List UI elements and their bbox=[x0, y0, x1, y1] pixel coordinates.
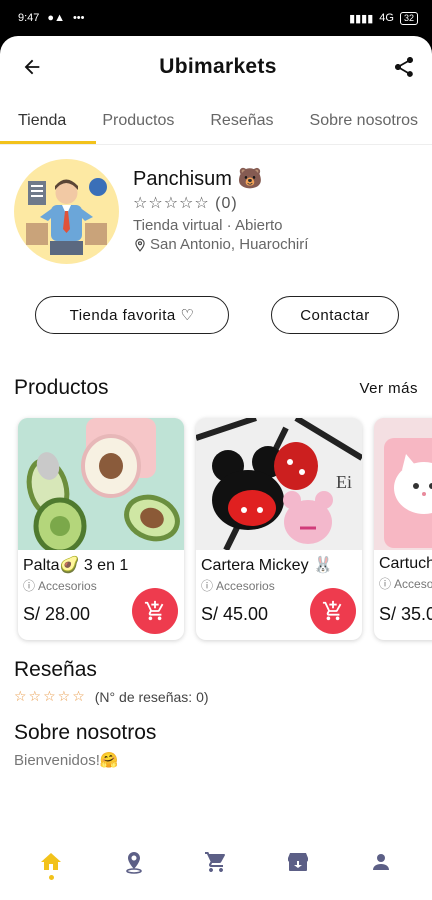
map-pin-icon bbox=[125, 852, 142, 874]
product-name: Cartuchera bbox=[379, 555, 432, 572]
store-rating: ☆☆☆☆☆ (0) bbox=[133, 193, 308, 213]
product-image bbox=[18, 418, 184, 550]
category-label: Accesorios bbox=[216, 578, 275, 593]
info-icon: ⓘ bbox=[201, 579, 214, 593]
category-label: Accesorios bbox=[394, 576, 432, 591]
info-icon: ⓘ bbox=[23, 579, 36, 593]
store-location: San Antonio, Huarochirí bbox=[133, 236, 308, 253]
store-name: Panchisum 🐻 bbox=[133, 168, 263, 190]
store-header: Panchisum 🐻 ☆☆☆☆☆ (0) Tienda virtual · A… bbox=[0, 145, 432, 264]
about-text: Bienvenidos!🤗 bbox=[14, 752, 119, 769]
add-to-cart-button[interactable] bbox=[310, 588, 356, 634]
see-more-link[interactable]: Ver más bbox=[359, 380, 418, 397]
back-button[interactable] bbox=[18, 53, 46, 81]
add-to-cart-button[interactable] bbox=[132, 588, 178, 634]
cat-pencil-case-image-icon bbox=[374, 418, 432, 550]
location-pin-icon bbox=[135, 238, 145, 252]
product-image: Ei bbox=[196, 418, 362, 550]
page-title: Ubimarkets bbox=[159, 55, 277, 78]
reviews-stars: ☆☆☆☆☆ bbox=[14, 688, 87, 704]
product-card[interactable]: Ei Cartera Mickey 🐰 ⓘ Accesorios S/ 45.0… bbox=[196, 418, 362, 640]
store-avatar[interactable] bbox=[14, 159, 119, 264]
nav-active-dot bbox=[48, 875, 54, 880]
tab-bar: Tienda Productos Reseñas Sobre nosotros bbox=[0, 98, 432, 145]
products-section-header: Productos Ver más bbox=[0, 334, 432, 400]
location-text: San Antonio, Huarochirí bbox=[150, 236, 309, 253]
product-price: S/ 45.00 bbox=[201, 604, 269, 624]
businessman-icon bbox=[26, 178, 107, 255]
rating-count: (0) bbox=[215, 195, 238, 212]
product-name: Cartera Mickey 🐰 bbox=[201, 557, 333, 574]
cart-icon bbox=[204, 852, 225, 872]
product-image bbox=[374, 418, 432, 550]
tab-resenas[interactable]: Reseñas bbox=[192, 98, 291, 144]
about-title: Sobre nosotros bbox=[14, 721, 157, 744]
share-icon bbox=[394, 57, 413, 77]
reviews-title: Reseñas bbox=[14, 658, 97, 681]
app-bar: Ubimarkets bbox=[0, 36, 432, 98]
product-card[interactable]: Palta🥑 3 en 1 ⓘ Accesorios S/ 28.00 bbox=[18, 418, 184, 640]
bottom-nav bbox=[0, 824, 432, 900]
home-icon bbox=[41, 853, 62, 870]
tab-sobre-nosotros[interactable]: Sobre nosotros bbox=[292, 98, 432, 144]
reviews-summary: ☆☆☆☆☆ (N° de reseñas: 0) bbox=[0, 682, 432, 705]
status-notification-icon: ●▲ bbox=[47, 12, 65, 24]
add-cart-icon bbox=[144, 600, 164, 621]
add-cart-icon bbox=[322, 600, 342, 621]
products-section-title: Productos bbox=[14, 376, 109, 399]
nav-home[interactable] bbox=[31, 842, 71, 882]
arrow-left-icon bbox=[24, 59, 40, 75]
signal-label: 4G bbox=[379, 12, 394, 24]
info-icon: ⓘ bbox=[379, 577, 392, 591]
status-bar: 9:47 ●▲ ••• ▮▮▮▮ 4G 32 bbox=[0, 0, 432, 36]
nav-profile[interactable] bbox=[361, 842, 401, 882]
share-button[interactable] bbox=[390, 53, 418, 81]
product-card[interactable]: Cartuchera ⓘ Accesorios S/ 35.00 bbox=[374, 418, 432, 640]
category-label: Accesorios bbox=[38, 578, 97, 593]
mickey-bag-image-icon: Ei bbox=[196, 418, 362, 550]
contact-button[interactable]: Contactar bbox=[271, 296, 399, 334]
product-category: ⓘ Accesorios bbox=[374, 573, 432, 592]
store-info: Panchisum 🐻 ☆☆☆☆☆ (0) Tienda virtual · A… bbox=[133, 159, 308, 264]
product-carousel: Palta🥑 3 en 1 ⓘ Accesorios S/ 28.00 Ei C… bbox=[0, 400, 432, 640]
favorite-store-button[interactable]: Tienda favorita ♡ bbox=[35, 296, 229, 334]
nav-store[interactable] bbox=[278, 842, 318, 882]
tab-productos[interactable]: Productos bbox=[84, 98, 192, 144]
signal-icon: ▮▮▮▮ bbox=[349, 12, 374, 25]
product-price: S/ 35.00 bbox=[379, 604, 432, 624]
store-actions: Tienda favorita ♡ Contactar bbox=[0, 264, 432, 334]
nav-cart[interactable] bbox=[196, 842, 236, 882]
battery-level: 32 bbox=[403, 12, 414, 23]
nav-map[interactable] bbox=[114, 842, 154, 882]
avocado-image-icon bbox=[18, 418, 184, 550]
product-price: S/ 28.00 bbox=[23, 604, 91, 624]
product-name: Palta🥑 3 en 1 bbox=[23, 557, 129, 574]
rating-stars: ☆☆☆☆☆ bbox=[133, 195, 210, 212]
battery-icon: 32 bbox=[399, 11, 418, 25]
user-icon bbox=[372, 854, 389, 870]
status-time: 9:47 bbox=[18, 12, 40, 24]
tab-indicator bbox=[0, 141, 96, 144]
tab-tienda[interactable]: Tienda bbox=[0, 98, 84, 144]
status-extra: ••• bbox=[72, 12, 85, 24]
app-screen: Ubimarkets Tienda Productos Reseñas Sobr… bbox=[0, 36, 432, 900]
reviews-count: (N° de reseñas: 0) bbox=[94, 688, 209, 705]
store-icon bbox=[288, 853, 309, 871]
store-status: Tienda virtual · Abierto bbox=[133, 217, 283, 234]
svg-text:Ei: Ei bbox=[336, 472, 352, 492]
